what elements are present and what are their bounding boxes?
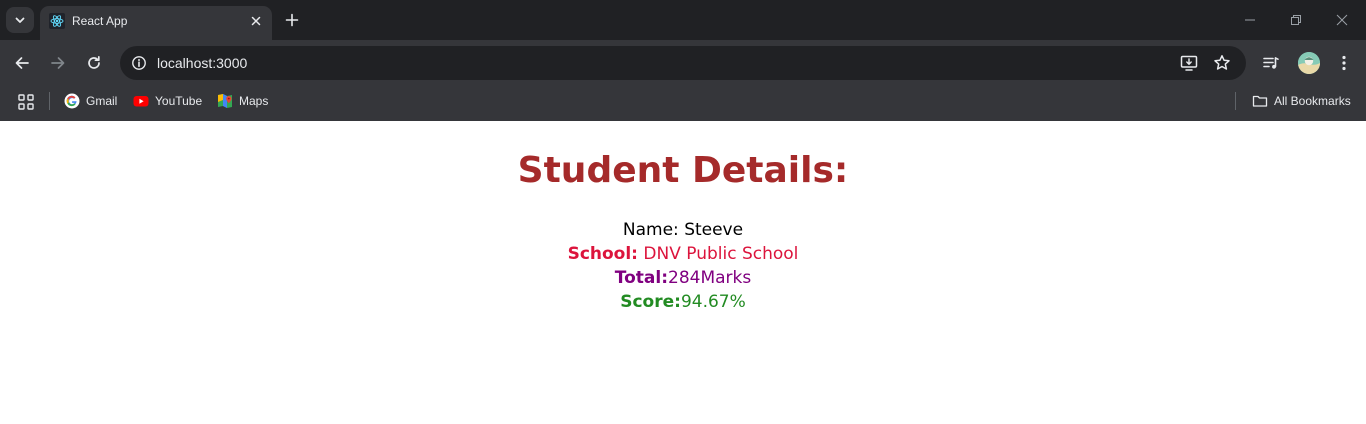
bookmarks-bar: Gmail YouTube Maps All Bookmarks: [0, 86, 1366, 121]
all-bookmarks-label: All Bookmarks: [1274, 94, 1351, 108]
school-value: DNV Public School: [643, 244, 799, 264]
browser-menu-button[interactable]: [1333, 52, 1355, 74]
tab-title: React App: [72, 14, 128, 28]
install-app-icon: [1180, 55, 1198, 71]
student-score: Score:94.67%: [0, 290, 1366, 314]
react-icon: [49, 13, 65, 29]
chevron-down-icon: [15, 17, 25, 23]
site-info-button[interactable]: [127, 51, 151, 75]
student-name: Name: Steeve: [0, 218, 1366, 242]
score-value: 94.67%: [680, 292, 746, 312]
forward-button[interactable]: [47, 52, 69, 74]
school-label: School:: [567, 244, 638, 264]
bookmark-star-button[interactable]: [1212, 53, 1232, 73]
folder-icon: [1252, 93, 1268, 109]
reload-icon: [88, 55, 100, 69]
restore-button[interactable]: [1286, 10, 1306, 30]
name-value: Steeve: [684, 220, 744, 240]
back-button[interactable]: [11, 52, 33, 74]
minimize-button[interactable]: [1240, 10, 1260, 30]
score-label: Score:: [620, 292, 681, 312]
bookmark-youtube[interactable]: YouTube: [133, 91, 202, 111]
bookmark-label: Maps: [239, 94, 269, 108]
close-icon: [1336, 14, 1348, 26]
bookmark-gmail[interactable]: Gmail: [64, 91, 117, 111]
bookmark-label: YouTube: [155, 94, 203, 108]
student-total: Total:284Marks: [0, 266, 1366, 290]
bookmarks-divider: [1235, 92, 1236, 110]
page-content: Student Details: Name: Steeve School: DN…: [0, 121, 1366, 424]
media-queue-icon: [1263, 57, 1279, 69]
arrow-left-icon: [15, 57, 29, 69]
youtube-icon: [133, 93, 149, 109]
tab-search-button[interactable]: [6, 7, 34, 33]
page-title: Student Details:: [517, 150, 849, 191]
restore-icon: [1291, 15, 1301, 25]
browser-toolbar: localhost:3000: [0, 40, 1366, 86]
total-value: 284Marks: [668, 268, 752, 288]
maps-icon: [217, 93, 233, 109]
avatar-icon: [1298, 52, 1320, 74]
bookmark-maps[interactable]: Maps: [217, 91, 268, 111]
tab-react-app[interactable]: React App: [40, 6, 272, 40]
all-bookmarks-button[interactable]: All Bookmarks: [1252, 91, 1351, 111]
tab-close-button[interactable]: [247, 12, 265, 30]
apps-grid-icon[interactable]: [17, 93, 35, 111]
google-icon: [64, 93, 80, 109]
student-school: School: DNV Public School: [0, 242, 1366, 266]
arrow-right-icon: [51, 57, 65, 69]
profile-avatar[interactable]: [1298, 52, 1320, 74]
bookmark-label: Gmail: [86, 94, 118, 108]
close-window-button[interactable]: [1332, 10, 1352, 30]
kebab-menu-icon: [1342, 55, 1346, 71]
new-tab-button[interactable]: [282, 10, 302, 30]
plus-icon: [285, 13, 299, 27]
close-icon: [251, 16, 261, 26]
bookmarks-divider: [49, 92, 50, 110]
total-label: Total:: [614, 268, 668, 288]
info-icon: [132, 56, 146, 70]
name-label: Name:: [622, 220, 679, 240]
star-icon: [1214, 55, 1230, 70]
address-url[interactable]: localhost:3000: [157, 55, 247, 71]
media-controls-button[interactable]: [1260, 52, 1282, 74]
install-app-button[interactable]: [1179, 53, 1199, 73]
reload-button[interactable]: [83, 52, 105, 74]
tab-strip: React App: [0, 0, 1366, 40]
address-bar[interactable]: localhost:3000: [120, 46, 1246, 80]
minimize-icon: [1245, 19, 1255, 21]
